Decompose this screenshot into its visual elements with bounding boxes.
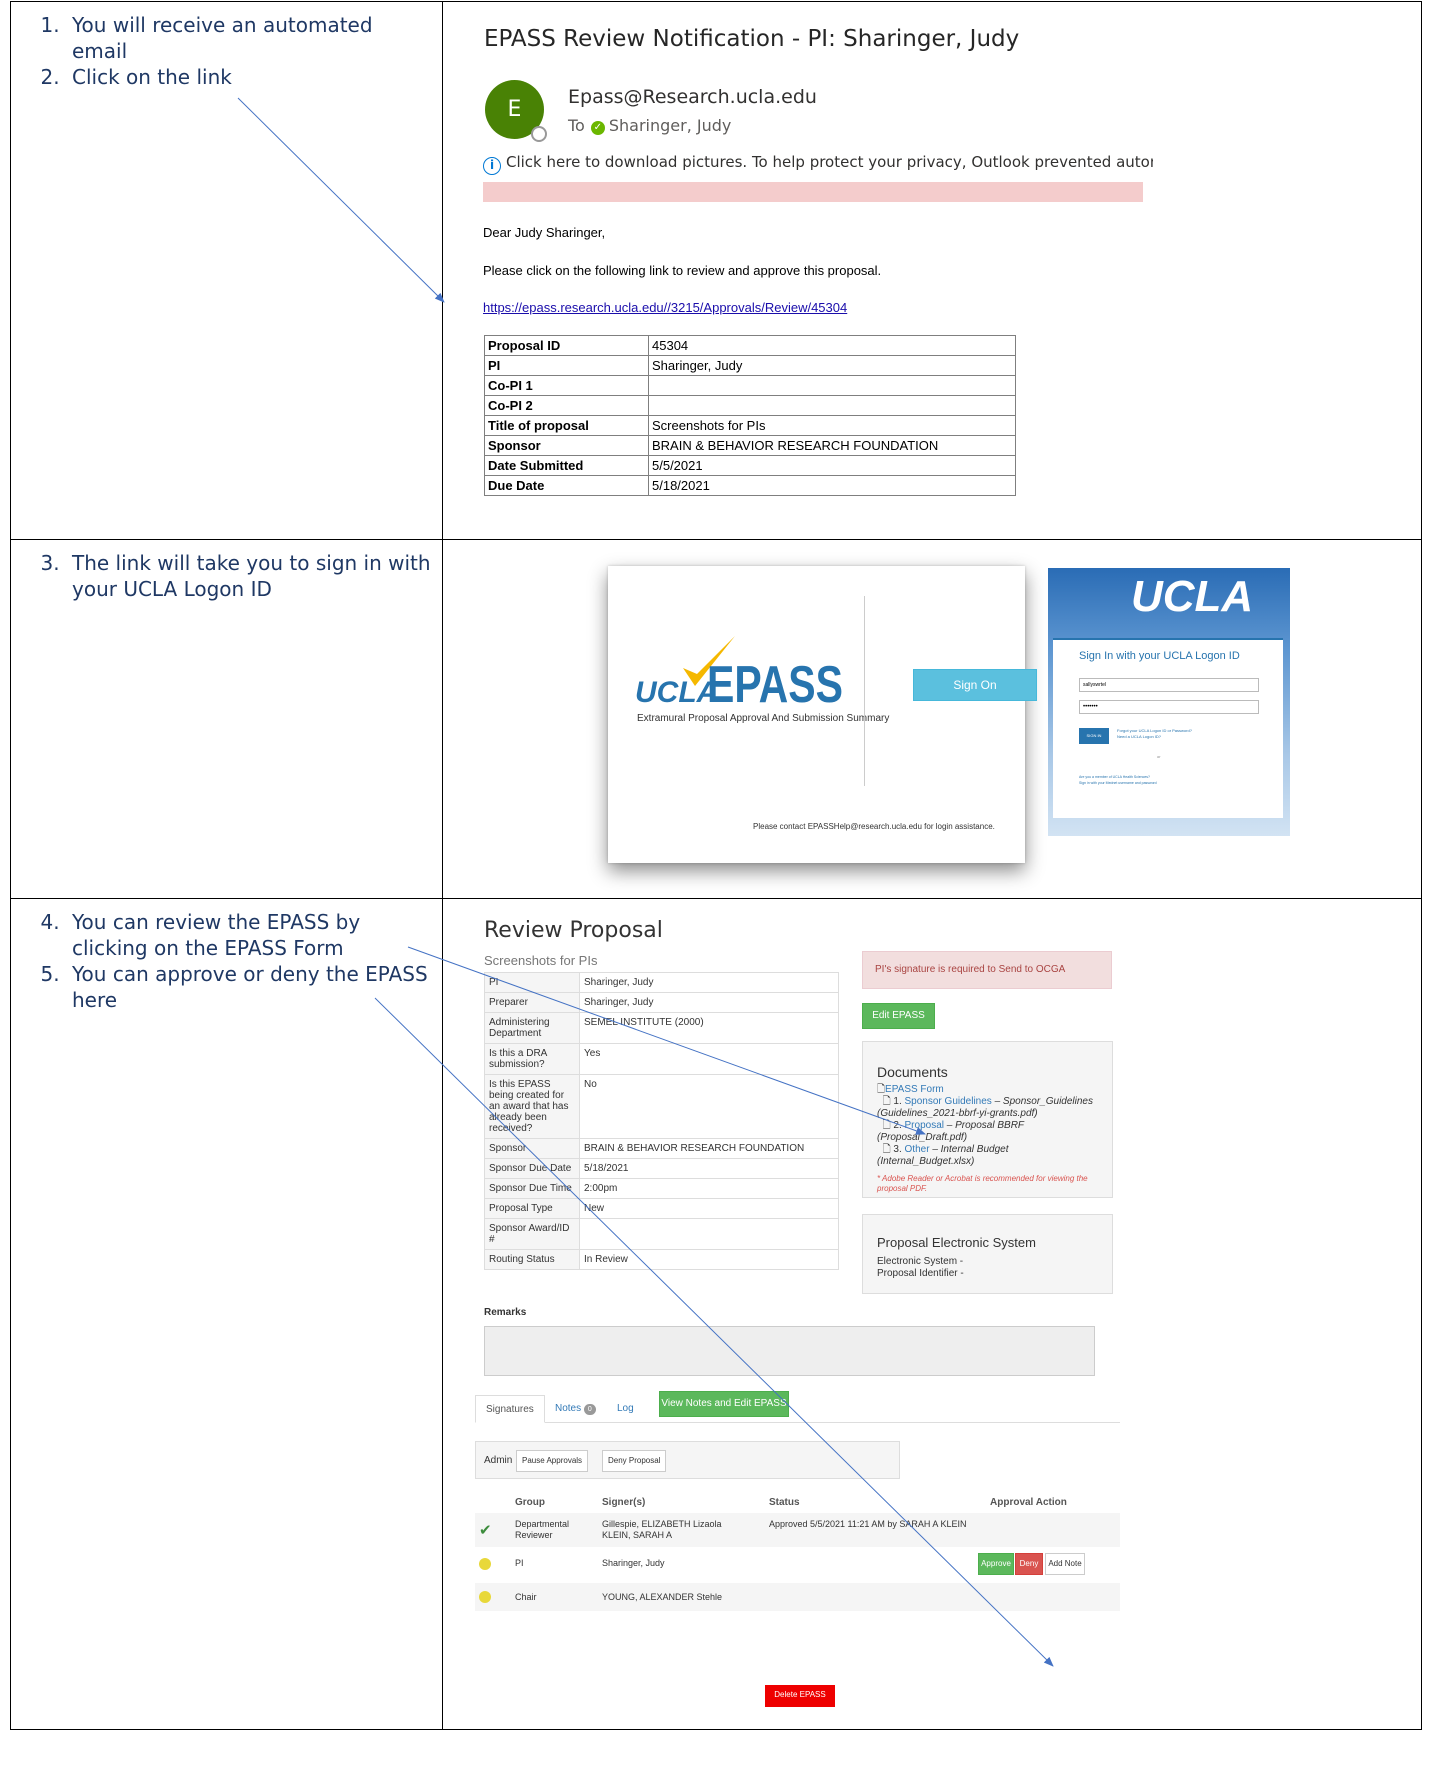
arrow-to-epass-form [407, 946, 926, 1135]
arrow-to-link [237, 97, 445, 303]
annotation-arrows [237, 97, 1054, 1667]
arrow-to-approve [374, 997, 1054, 1667]
